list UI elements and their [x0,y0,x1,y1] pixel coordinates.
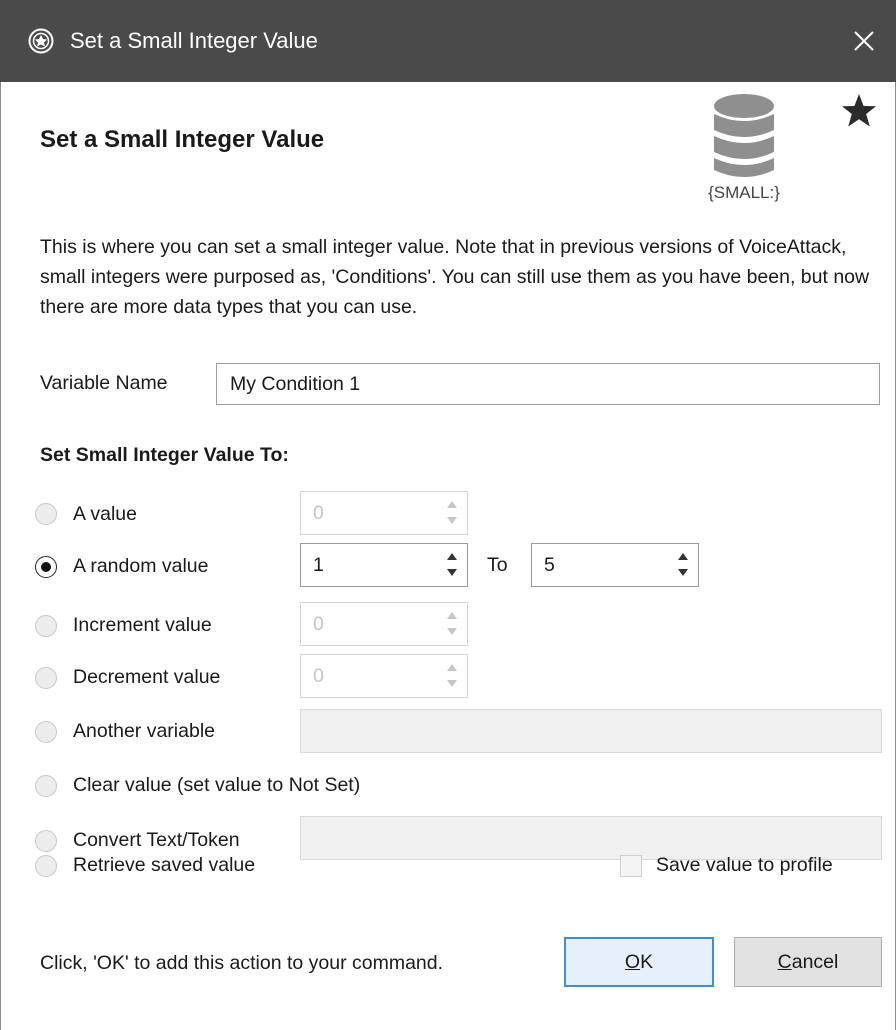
option-label-clear-value: Clear value (set value to Not Set) [73,774,361,796]
option-label-decrement-value: Decrement value [73,666,221,688]
voiceattack-app-icon [28,28,54,54]
database-icon-caption: {SMALL:} [708,183,780,202]
window-border-left [0,82,1,1030]
radio-decrement-value[interactable] [35,667,57,689]
option-label-increment-value: Increment value [73,614,212,636]
option-label-another-variable: Another variable [73,720,216,742]
random-to-spinner[interactable]: 5 [531,543,699,587]
radio-a-random-value[interactable] [35,556,57,578]
title-bar: Set a Small Integer Value [0,0,896,82]
description-text: This is where you can set a small intege… [40,236,870,318]
radio-a-value[interactable] [35,503,57,525]
spin-down-icon[interactable] [678,569,688,576]
radio-increment-value[interactable] [35,615,57,637]
save-to-profile-label[interactable]: Save value to profile [656,854,833,877]
spin-down-icon[interactable] [447,517,457,524]
ok-accelerator: O [624,951,641,973]
another-variable-input[interactable] [300,709,882,753]
spin-down-icon[interactable] [447,628,457,635]
spin-up-icon[interactable] [447,501,457,508]
radio-another-variable[interactable] [35,721,57,743]
option-label-retrieve-saved-value: Retrieve saved value [73,854,256,876]
a-value-spinner-value: 0 [313,502,324,524]
a-value-spinner[interactable]: 0 [300,491,468,535]
close-icon[interactable] [842,19,886,63]
radio-clear-value[interactable] [35,775,57,797]
option-label-a-value: A value [73,503,137,525]
increment-spinner-value: 0 [313,613,324,635]
random-from-value: 1 [313,554,324,576]
save-to-profile-checkbox[interactable] [620,855,642,877]
spin-down-icon[interactable] [447,569,457,576]
ok-label-rest: K [640,951,654,973]
section-label: Set Small Integer Value To: [40,444,289,466]
radio-convert-text-token[interactable] [35,830,57,852]
spin-up-icon[interactable] [447,553,457,560]
cancel-label-rest: ancel [791,951,839,973]
spin-up-icon[interactable] [678,553,688,560]
variable-name-label: Variable Name [40,372,168,394]
decrement-spinner[interactable]: 0 [300,654,468,698]
star-icon[interactable] [840,92,878,130]
random-to-label: To [487,554,508,576]
footer-hint: Click, 'OK' to add this action to your c… [40,952,444,974]
spin-down-icon[interactable] [447,680,457,687]
option-label-convert-text-token: Convert Text/Token [73,829,240,851]
database-icon: {SMALL:} [708,94,780,202]
increment-spinner[interactable]: 0 [300,602,468,646]
random-to-value: 5 [544,554,555,576]
variable-name-input[interactable]: My Condition 1 [216,363,880,405]
radio-retrieve-saved-value[interactable] [35,855,57,877]
page-heading: Set a Small Integer Value [40,126,325,153]
decrement-spinner-value: 0 [313,665,324,687]
option-label-a-random-value: A random value [73,555,209,577]
cancel-button[interactable]: Cancel [734,937,882,987]
spin-up-icon[interactable] [447,612,457,619]
window-title: Set a Small Integer Value [70,28,318,53]
spin-up-icon[interactable] [447,664,457,671]
random-from-spinner[interactable]: 1 [300,543,468,587]
ok-button[interactable]: OK [564,937,714,987]
cancel-accelerator: C [777,951,792,973]
